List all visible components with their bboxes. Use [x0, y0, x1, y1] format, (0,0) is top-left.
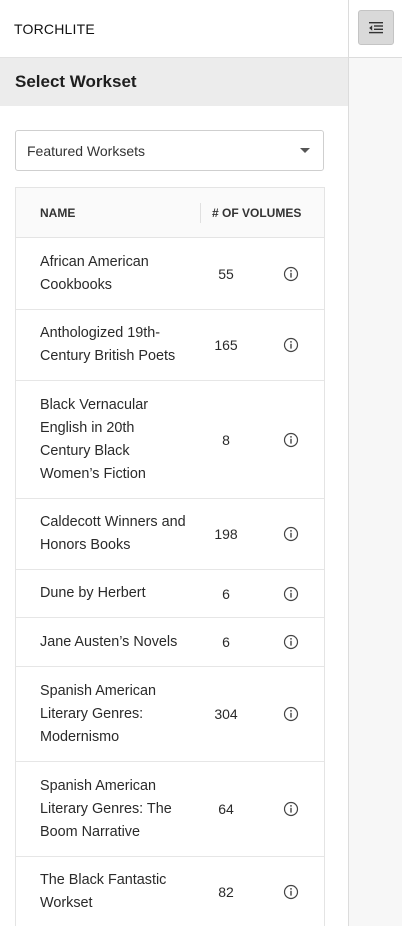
sidebar-panel: TORCHLITE Select Workset Featured Workse…: [0, 0, 349, 926]
workset-select[interactable]: Featured Worksets: [15, 130, 324, 171]
workset-name: Jane Austen’s Novels: [40, 633, 178, 650]
table-row[interactable]: Anthologized 19th-Century British Poets …: [16, 310, 324, 381]
right-rail: [349, 0, 402, 926]
workset-volume-count: 165: [214, 337, 238, 353]
info-icon[interactable]: [283, 801, 299, 817]
app-title: TORCHLITE: [14, 20, 95, 37]
info-icon[interactable]: [283, 634, 299, 650]
indent-menu-icon: [369, 21, 383, 33]
table-row[interactable]: Spanish American Literary Genres: The Bo…: [16, 762, 324, 857]
workset-name: Dune by Herbert: [40, 585, 146, 601]
table-row[interactable]: The Black Fantastic Workset 82: [16, 857, 324, 926]
info-icon[interactable]: [283, 884, 299, 900]
workset-table: NAME # OF VOLUMES African American Cookb…: [15, 187, 325, 926]
workset-volume-count: 82: [218, 884, 234, 900]
table-row[interactable]: Caldecott Winners and Honors Books 198: [16, 499, 324, 570]
table-row[interactable]: African American Cookbooks 55: [16, 238, 324, 310]
right-rail-header: [349, 0, 402, 58]
workset-volume-count: 304: [214, 706, 238, 722]
workset-name: Spanish American Literary Genres: Modern…: [40, 682, 156, 745]
workset-volume-count: 6: [222, 585, 230, 602]
workset-volume-count: 64: [218, 801, 234, 817]
table-header: NAME # OF VOLUMES: [16, 188, 324, 238]
column-divider: [200, 203, 201, 223]
workset-name: The Black Fantastic Workset: [40, 872, 167, 911]
workset-name: Black Vernacular English in 20th Century…: [40, 396, 148, 482]
workset-volume-count: 198: [214, 526, 238, 542]
column-header-name[interactable]: NAME: [16, 206, 201, 220]
workset-name: Spanish American Literary Genres: The Bo…: [40, 777, 172, 840]
info-icon[interactable]: [283, 706, 299, 722]
column-header-volumes[interactable]: # OF VOLUMES: [201, 206, 301, 220]
app-header: TORCHLITE: [0, 0, 348, 58]
table-row[interactable]: Spanish American Literary Genres: Modern…: [16, 667, 324, 762]
table-row[interactable]: Dune by Herbert 6: [16, 570, 324, 618]
workset-volume-count: 55: [218, 265, 234, 282]
app-root: TORCHLITE Select Workset Featured Workse…: [0, 0, 402, 926]
workset-name: African American Cookbooks: [40, 253, 149, 293]
section-title: Select Workset: [15, 72, 137, 91]
workset-select-value: Featured Worksets: [27, 142, 146, 159]
workset-name: Anthologized 19th-Century British Poets: [40, 325, 176, 364]
info-icon[interactable]: [283, 432, 299, 448]
sidebar-toggle-button[interactable]: [358, 10, 394, 45]
table-row[interactable]: Jane Austen’s Novels 6: [16, 618, 324, 667]
info-icon[interactable]: [283, 586, 299, 602]
workset-volume-count: 6: [222, 634, 230, 650]
info-icon[interactable]: [283, 526, 299, 542]
table-row[interactable]: Black Vernacular English in 20th Century…: [16, 381, 324, 499]
info-icon[interactable]: [283, 266, 299, 282]
workset-volume-count: 8: [222, 431, 230, 448]
info-icon[interactable]: [283, 337, 299, 353]
workset-name: Caldecott Winners and Honors Books: [40, 514, 186, 553]
section-header: Select Workset: [0, 58, 348, 106]
caret-down-icon: [300, 148, 310, 153]
